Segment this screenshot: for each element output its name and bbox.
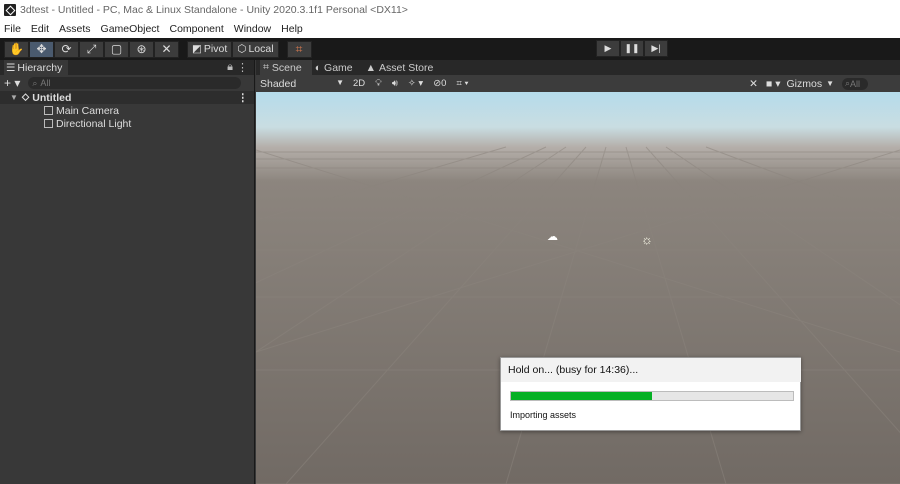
grid-icon: ⌗ — [263, 61, 269, 73]
tab-scene[interactable]: ⌗ Scene — [260, 60, 312, 75]
local-label: Local — [248, 43, 274, 55]
main-toolbar: ✋ ✥ ⟳ ⤢ ▢ ⊛ ✕ ◩ Pivot ⬡ Local ⌗ — [0, 38, 900, 60]
dialog-title: Hold on... (busy for 14:36)... — [501, 358, 801, 382]
camera-gizmo-icon[interactable]: ☁︎ — [547, 230, 558, 243]
window-title: 3dtest - Untitled - PC, Mac & Linux Stan… — [20, 4, 408, 16]
chevron-down-icon[interactable]: ▼ — [826, 79, 834, 88]
pivot-icon: ◩ — [192, 43, 202, 55]
progress-dialog: Hold on... (busy for 14:36)... Importing… — [500, 357, 801, 431]
pause-icon[interactable]: ❚❚ — [620, 40, 644, 57]
tab-asset-store[interactable]: ▲ Asset Store — [363, 60, 444, 75]
gamepad-icon: ◐ — [314, 61, 322, 74]
menu-assets[interactable]: Assets — [59, 23, 91, 35]
tab-game[interactable]: ◐ Game — [312, 60, 363, 75]
hierarchy-tabbar: ☰ Hierarchy 🔒︎ ⋮ — [0, 60, 254, 75]
tools-icon[interactable]: ✕ — [749, 78, 758, 90]
scene-visibility-toggle[interactable]: ⊘0 — [428, 78, 451, 89]
tab-hierarchy-label: Hierarchy — [17, 61, 63, 74]
grid-snap-icon[interactable]: ⌗ — [286, 40, 312, 58]
kebab-menu-icon[interactable]: ⋮ — [237, 61, 248, 74]
effects-icon[interactable]: ✧ ▾ — [403, 78, 428, 89]
chevron-down-icon: ▼ — [336, 77, 344, 87]
step-icon[interactable]: ▶| — [644, 40, 668, 57]
tab-asset-store-label: Asset Store — [379, 61, 434, 74]
menu-help[interactable]: Help — [281, 23, 303, 35]
hierarchy-panel: ☰ Hierarchy 🔒︎ ⋮ + ▾ ⌕ All ▼ ⬦ Untitled ⋮ … — [0, 60, 255, 484]
local-button[interactable]: ⬡ Local — [232, 40, 279, 58]
hidden-count: 0 — [441, 78, 447, 89]
hierarchy-search-input[interactable]: ⌕ All — [28, 77, 242, 89]
camera-icon[interactable]: ■ ▾ — [766, 78, 781, 90]
progress-bar — [510, 391, 794, 401]
scene-row[interactable]: ▼ ⬦ Untitled ⋮ — [0, 91, 254, 104]
scene-tabbar: ⌗ Scene ◐ Game ▲ Asset Store — [256, 60, 900, 75]
tab-hierarchy[interactable]: ☰ Hierarchy — [4, 60, 69, 75]
tab-game-label: Game — [324, 61, 353, 74]
snap-group: ⌗ — [286, 40, 312, 58]
lightbulb-icon[interactable]: 💡︎ — [370, 78, 387, 89]
menu-gameobject[interactable]: GameObject — [101, 23, 160, 35]
list-icon: ☰ — [6, 61, 16, 74]
menu-window[interactable]: Window — [234, 23, 271, 35]
hierarchy-toolbar: + ▾ ⌕ All — [0, 75, 254, 91]
title-bar: 3dtest - Untitled - PC, Mac & Linux Stan… — [0, 0, 900, 20]
pivot-group: ◩ Pivot ⬡ Local — [187, 40, 279, 58]
menu-edit[interactable]: Edit — [31, 23, 49, 35]
rotate-tool-icon[interactable]: ⟳ — [54, 40, 79, 58]
list-item[interactable]: Main Camera — [0, 104, 254, 117]
eye-slash-icon: ⊘ — [433, 78, 442, 89]
scene-search-placeholder: All — [850, 78, 861, 89]
scene-name: Untitled — [32, 91, 72, 104]
gameobject-cube-icon — [44, 106, 53, 115]
move-tool-icon[interactable]: ✥ — [29, 40, 54, 58]
shopping-bag-icon: ▲ — [365, 61, 377, 74]
scene-search-input[interactable]: ⌕ All — [842, 77, 868, 90]
menu-file[interactable]: File — [4, 23, 21, 35]
pivot-button[interactable]: ◩ Pivot — [187, 40, 233, 58]
transform-tools: ✋ ✥ ⟳ ⤢ ▢ ⊛ ✕ — [4, 40, 179, 58]
gizmos-dropdown[interactable]: Gizmos — [786, 78, 822, 90]
scene-menu-icon[interactable]: ⋮ — [238, 92, 249, 104]
item-label: Main Camera — [56, 104, 120, 117]
add-object-button[interactable]: + ▾ — [4, 76, 20, 90]
custom-tool-icon[interactable]: ✕ — [154, 40, 179, 58]
local-icon: ⬡ — [237, 43, 247, 55]
play-icon[interactable]: ▶ — [596, 40, 620, 57]
play-controls: ▶ ❚❚ ▶| — [596, 40, 668, 57]
menu-bar: File Edit Assets GameObject Component Wi… — [0, 20, 900, 38]
shading-mode-dropdown[interactable]: Shaded ▼ — [256, 78, 348, 90]
search-icon: ⌕ — [32, 77, 38, 88]
dialog-message: Importing assets — [510, 410, 577, 420]
pivot-label: Pivot — [203, 43, 228, 55]
search-placeholder: All — [40, 78, 51, 88]
hand-tool-icon[interactable]: ✋ — [4, 40, 29, 58]
progress-fill — [511, 392, 652, 400]
rect-tool-icon[interactable]: ▢ — [104, 40, 129, 58]
menu-component[interactable]: Component — [169, 23, 223, 35]
audio-icon[interactable]: 🔊︎ — [387, 78, 403, 89]
gameobject-cube-icon — [44, 119, 53, 128]
unity-logo-icon — [4, 4, 16, 16]
gizmos-controls: ✕ ■ ▾ Gizmos ▼ ⌕ All — [749, 75, 868, 92]
shading-mode-value: Shaded — [260, 77, 297, 90]
list-item[interactable]: Directional Light — [0, 117, 254, 130]
light-gizmo-icon[interactable]: ☼ — [641, 232, 653, 247]
unity-scene-icon: ⬦ — [21, 91, 30, 103]
grid-toggle-icon[interactable]: ⌗ ▾ — [451, 78, 473, 89]
expand-arrow-icon[interactable]: ▼ — [10, 93, 18, 102]
item-label: Directional Light — [56, 117, 132, 130]
lock-icon[interactable]: 🔒︎ — [227, 61, 233, 74]
mode-2d-toggle[interactable]: 2D — [348, 78, 370, 89]
tab-scene-label: Scene — [271, 61, 302, 74]
scale-tool-icon[interactable]: ⤢ — [79, 40, 104, 58]
transform-tool-icon[interactable]: ⊛ — [129, 40, 154, 58]
